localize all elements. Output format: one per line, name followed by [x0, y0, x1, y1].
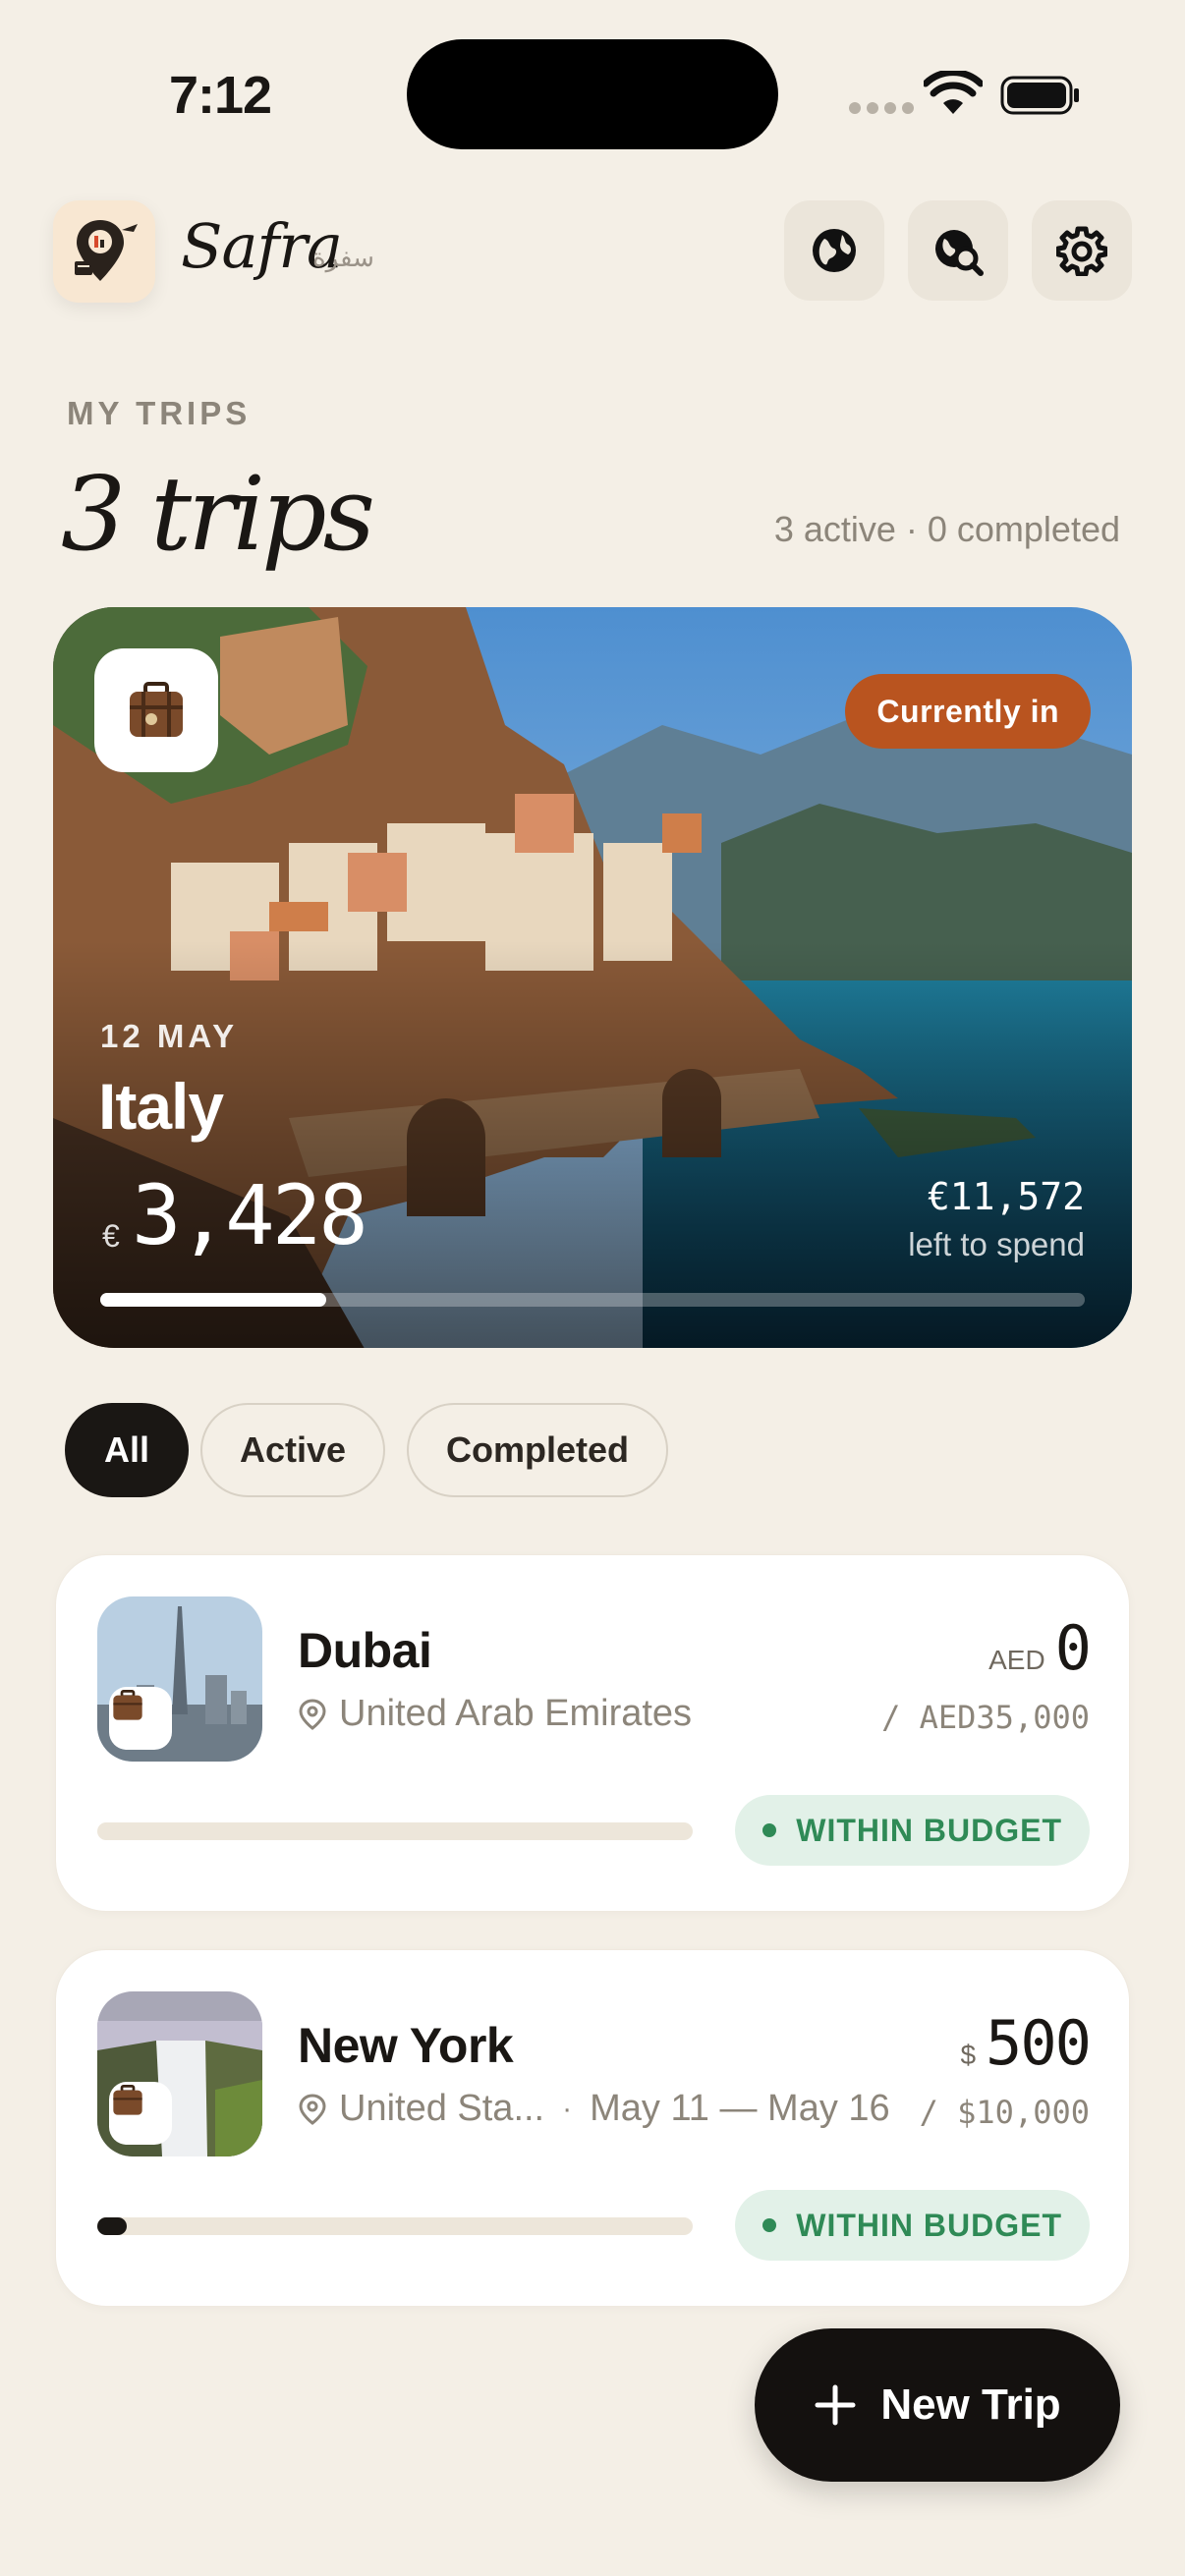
trip-dates: May 11 — May 16	[590, 2088, 890, 2129]
settings-button[interactable]	[1032, 200, 1132, 301]
trip-name: New York	[298, 2018, 514, 2073]
filter-chip-active[interactable]: Active	[200, 1403, 386, 1497]
gear-icon	[1056, 226, 1107, 276]
filter-chip-all[interactable]: All	[65, 1403, 190, 1497]
trip-spent-amount: 3,428	[132, 1167, 368, 1263]
filter-chip-completed[interactable]: Completed	[407, 1403, 669, 1497]
trip-budget-progress-fill	[97, 2217, 128, 2235]
trip-date: 12 MAY	[100, 1018, 239, 1054]
trip-currency: AED	[988, 1645, 1045, 1675]
trip-thumbnail	[97, 1991, 262, 2156]
brand-name-arabic: سفرة	[312, 244, 374, 273]
trip-location-text: United Sta...	[339, 2088, 545, 2129]
trips-summary: 3 active · 0 completed	[773, 509, 1120, 549]
budget-status-text: WITHIN BUDGET	[796, 1812, 1062, 1848]
status-dot-icon	[762, 1823, 777, 1837]
battery-icon	[1000, 76, 1079, 115]
location-pin-icon	[299, 1698, 326, 1730]
plus-icon	[815, 2384, 856, 2426]
status-dot-icon	[762, 2218, 777, 2232]
trip-name: Italy	[98, 1070, 224, 1143]
budget-status-badge: WITHIN BUDGET	[735, 1795, 1090, 1866]
globe-icon	[813, 229, 856, 272]
current-trip-badge: Currently in	[845, 674, 1091, 749]
suitcase-icon	[94, 648, 218, 772]
trip-location: United Arab Emirates	[298, 1693, 692, 1735]
trip-location-text: United Arab Emirates	[339, 1693, 693, 1734]
status-time: 7:12	[169, 66, 272, 125]
trip-budget-progress-fill	[100, 1293, 327, 1307]
trip-spent-amount: 0	[1054, 1612, 1092, 1684]
suitcase-icon	[109, 2082, 172, 2145]
budget-status-text: WITHIN BUDGET	[796, 2207, 1062, 2243]
explore-button[interactable]	[908, 200, 1008, 301]
trip-currency-symbol: €	[102, 1218, 120, 1254]
trip-location: United Sta... · May 11 — May 16	[298, 2088, 890, 2130]
world-search-icon	[935, 230, 984, 276]
trip-budget-progress	[97, 2217, 693, 2235]
trip-currency: $	[960, 2040, 977, 2070]
trips-count-title: 3 trips	[61, 454, 375, 574]
suitcase-icon	[109, 1687, 172, 1750]
trip-spent: AED 0	[988, 1612, 1092, 1684]
cellular-signal-icon	[849, 102, 914, 114]
trip-budget-progress	[97, 1822, 693, 1840]
trip-name: Dubai	[298, 1623, 432, 1678]
app-logo	[53, 200, 155, 303]
trip-card[interactable]: New York United Sta... · May 11 — May 16…	[55, 1949, 1130, 2307]
dynamic-island	[407, 39, 778, 149]
section-eyebrow: MY TRIPS	[67, 395, 252, 431]
globe-button[interactable]	[784, 200, 884, 301]
new-trip-label: New Trip	[880, 2380, 1061, 2429]
location-dates-separator: ·	[562, 2092, 573, 2125]
trip-budget: / $10,000	[919, 2094, 1090, 2131]
trip-remaining-label: left to spend	[908, 1226, 1085, 1262]
featured-trip-card[interactable]: Currently in 12 MAY Italy € 3,428 €11,57…	[53, 607, 1132, 1348]
wifi-icon	[924, 71, 983, 114]
trip-spent: $ 500	[960, 2007, 1092, 2079]
trip-thumbnail	[97, 1596, 262, 1762]
trip-remaining-amount: €11,572	[927, 1175, 1085, 1218]
location-pin-icon	[299, 2093, 326, 2125]
trip-spent-amount: 500	[986, 2007, 1092, 2079]
travel-pin-logo-icon	[75, 220, 138, 281]
trip-budget: / AED35,000	[881, 1699, 1090, 1736]
budget-status-badge: WITHIN BUDGET	[735, 2190, 1090, 2261]
new-trip-button[interactable]: New Trip	[755, 2328, 1120, 2482]
trip-budget-progress	[100, 1293, 1085, 1307]
trip-card[interactable]: Dubai United Arab Emirates AED 0 / AED35…	[55, 1554, 1130, 1912]
